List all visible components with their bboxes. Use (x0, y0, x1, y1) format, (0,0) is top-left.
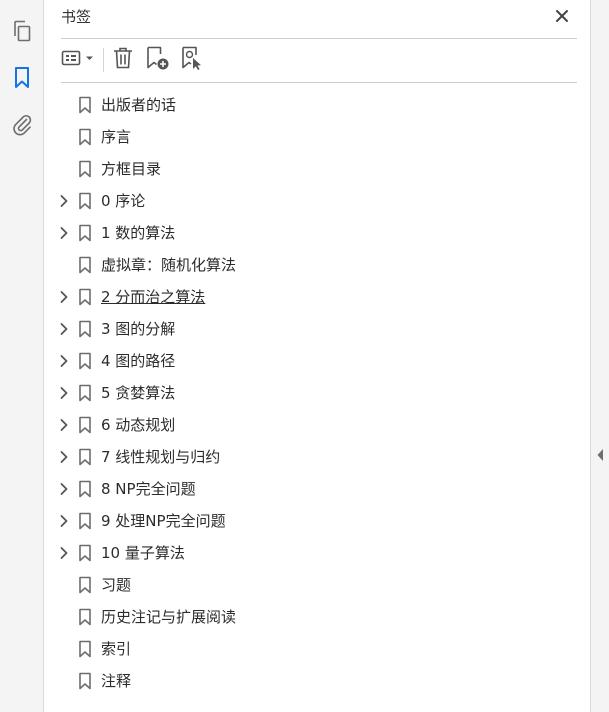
bookmark-label[interactable]: 9 处理NP完全问题 (101, 511, 226, 531)
options-menu-icon (61, 48, 97, 72)
page-thumbnails-button[interactable] (8, 17, 36, 45)
bookmark-label[interactable]: 出版者的话 (101, 95, 176, 115)
pages-icon (11, 19, 33, 43)
bookmark-icon (78, 128, 92, 146)
chevron-right-icon[interactable] (57, 193, 71, 209)
chevron-right-icon[interactable] (57, 385, 71, 401)
bookmark-item[interactable]: 6 动态规划 (45, 409, 590, 441)
bookmark-from-selection-icon (179, 45, 205, 75)
bookmark-label[interactable]: 1 数的算法 (101, 223, 175, 243)
header-divider (61, 38, 577, 39)
bookmark-label[interactable]: 索引 (101, 639, 131, 659)
bookmark-item[interactable]: 虚拟章：随机化算法 (45, 249, 590, 281)
delete-icon (112, 46, 134, 74)
bookmark-item[interactable]: 习题 (45, 569, 590, 601)
panel-gutter (590, 0, 609, 712)
chevron-right-icon[interactable] (57, 513, 71, 529)
collapse-panel-icon[interactable] (596, 447, 604, 461)
bookmark-item[interactable]: 序言 (45, 121, 590, 153)
bookmark-label[interactable]: 10 量子算法 (101, 543, 185, 563)
bookmark-item[interactable]: 历史注记与扩展阅读 (45, 601, 590, 633)
bookmark-label[interactable]: 6 动态规划 (101, 415, 175, 435)
bookmark-item[interactable]: 2 分而治之算法 (45, 281, 590, 313)
bookmark-label[interactable]: 注释 (101, 671, 131, 691)
bookmark-icon (78, 448, 92, 466)
bookmark-item[interactable]: 5 贪婪算法 (45, 377, 590, 409)
bookmark-item[interactable]: 3 图的分解 (45, 313, 590, 345)
bookmark-label[interactable]: 虚拟章：随机化算法 (101, 255, 236, 275)
bookmark-icon (78, 256, 92, 274)
bookmark-icon (78, 672, 92, 690)
bookmark-item[interactable]: 1 数的算法 (45, 217, 590, 249)
attachments-button[interactable] (8, 110, 36, 138)
bookmark-label[interactable]: 序言 (101, 127, 131, 147)
bookmark-icon (78, 320, 92, 338)
bookmark-label[interactable]: 3 图的分解 (101, 319, 175, 339)
bookmark-item[interactable]: 注释 (45, 665, 590, 697)
bookmark-item[interactable]: 方框目录 (45, 153, 590, 185)
bookmark-item[interactable]: 索引 (45, 633, 590, 665)
panel-title: 书签 (61, 8, 92, 26)
close-button[interactable] (551, 6, 573, 28)
bookmark-label[interactable]: 历史注记与扩展阅读 (101, 607, 236, 627)
bookmark-icon (78, 160, 92, 178)
bookmark-tree: 出版者的话序言方框目录 0 序论 1 数的算法虚拟章：随机化算法 2 分而治之算法 3 … (45, 89, 590, 697)
chevron-right-icon[interactable] (57, 481, 71, 497)
bookmark-icon (78, 512, 92, 530)
bookmark-icon (78, 576, 92, 594)
bookmark-icon (13, 66, 31, 90)
bookmark-icon (78, 224, 92, 242)
bookmark-label[interactable]: 习题 (101, 575, 131, 595)
navigation-rail (0, 0, 44, 712)
chevron-right-icon[interactable] (57, 545, 71, 561)
bookmark-label[interactable]: 8 NP完全问题 (101, 479, 196, 499)
bookmark-label[interactable]: 4 图的路径 (101, 351, 175, 371)
bookmark-item[interactable]: 7 线性规划与归约 (45, 441, 590, 473)
chevron-right-icon[interactable] (57, 353, 71, 369)
new-bookmark-button[interactable] (144, 45, 170, 75)
bookmark-item[interactable]: 出版者的话 (45, 89, 590, 121)
bookmark-label[interactable]: 7 线性规划与归约 (101, 447, 220, 467)
bookmark-from-selection-button[interactable] (179, 45, 205, 75)
bookmark-icon (78, 640, 92, 658)
bookmarks-button[interactable] (8, 64, 36, 92)
bookmark-label[interactable]: 5 贪婪算法 (101, 383, 175, 403)
bookmark-item[interactable]: 0 序论 (45, 185, 590, 217)
bookmark-icon (78, 96, 92, 114)
bookmark-icon (78, 192, 92, 210)
delete-bookmark-button[interactable] (111, 45, 135, 75)
bookmarks-toolbar (59, 45, 577, 75)
chevron-right-icon[interactable] (57, 417, 71, 433)
bookmark-icon (78, 384, 92, 402)
bookmark-item[interactable]: 9 处理NP完全问题 (45, 505, 590, 537)
bookmark-label[interactable]: 0 序论 (101, 191, 145, 211)
bookmark-item[interactable]: 10 量子算法 (45, 537, 590, 569)
bookmark-icon (78, 352, 92, 370)
bookmarks-panel: 书签 出版者的话 序言 方框目录 0 序论 1 数的算法 虚拟章：随机化算法 2… (45, 0, 590, 712)
bookmark-icon (78, 288, 92, 306)
toolbar-separator (103, 48, 104, 72)
bookmark-icon (78, 544, 92, 562)
toolbar-divider (61, 82, 577, 83)
bookmark-label[interactable]: 方框目录 (101, 159, 161, 179)
chevron-right-icon[interactable] (57, 449, 71, 465)
options-menu-button[interactable] (61, 45, 97, 75)
attachment-icon (11, 112, 33, 136)
chevron-right-icon[interactable] (57, 225, 71, 241)
bookmark-icon (78, 608, 92, 626)
bookmark-label[interactable]: 2 分而治之算法 (101, 287, 205, 307)
bookmark-icon (78, 480, 92, 498)
new-bookmark-icon (144, 45, 170, 75)
close-icon (555, 8, 569, 27)
chevron-right-icon[interactable] (57, 321, 71, 337)
bookmark-item[interactable]: 8 NP完全问题 (45, 473, 590, 505)
bookmarks-window: 书签 出版者的话 序言 方框目录 0 序论 1 数的算法 虚拟章：随机化算法 2… (0, 0, 609, 712)
bookmark-icon (78, 416, 92, 434)
chevron-right-icon[interactable] (57, 289, 71, 305)
bookmark-item[interactable]: 4 图的路径 (45, 345, 590, 377)
